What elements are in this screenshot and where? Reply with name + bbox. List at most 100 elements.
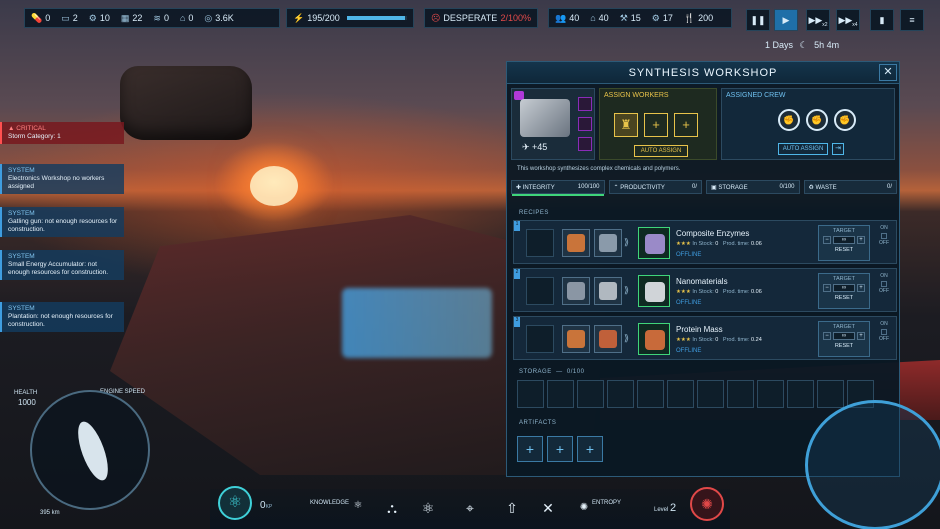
ingredient-slot[interactable]	[594, 325, 622, 353]
worker-slot-empty[interactable]: +	[674, 113, 698, 137]
module-slot[interactable]	[578, 97, 592, 111]
reset-button[interactable]: RESET	[819, 247, 869, 253]
increment-button[interactable]: +	[857, 236, 865, 244]
artifact-slots: + + +	[517, 436, 603, 462]
atom-small-icon: ⚛	[353, 500, 363, 511]
recipe-row[interactable]: 1 ⟫ Composite Enzymes ★★★ In Stock: 0 Pr…	[513, 220, 897, 264]
storage-slot[interactable]	[757, 380, 784, 408]
recipe-slot-empty[interactable]	[526, 325, 554, 353]
coin-icon: ◎	[204, 12, 213, 23]
play-button[interactable]: ▶	[774, 9, 798, 31]
recipe-row[interactable]: 3 ⟫ Protein Mass ★★★ In Stock: 0 Prod. t…	[513, 316, 897, 360]
storage-slot[interactable]	[517, 380, 544, 408]
workshop-info: ✈ +45 ASSIGN WORKERS ♜ + + AUTO ASSIGN A…	[511, 88, 895, 160]
artifacts-label: ARTIFACTS	[519, 420, 557, 426]
storage-slot[interactable]	[637, 380, 664, 408]
ingredient-icon	[599, 282, 617, 300]
rocket-icon[interactable]: ⇧	[500, 496, 524, 520]
plus-icon: +	[652, 117, 660, 132]
storage-slot[interactable]	[607, 380, 634, 408]
speed-x4-button[interactable]: ▶▶x4	[836, 9, 860, 31]
integrity-bar	[512, 194, 604, 196]
ingredient-slot[interactable]	[594, 277, 622, 305]
recipe-row[interactable]: 2 ⟫ Nanomaterials ★★★ In Stock: 0 Prod. …	[513, 268, 897, 312]
storage-slot[interactable]	[697, 380, 724, 408]
artifact-slot-add[interactable]: +	[547, 436, 573, 462]
robot-worker-icon: ♜	[620, 117, 632, 132]
speed-x2-button[interactable]: ▶▶x2	[806, 9, 830, 31]
network-icon[interactable]: ⛬	[380, 496, 404, 520]
notification-system[interactable]: SYSTEM Small Energy Accumulator: not eno…	[0, 250, 124, 280]
decrement-button[interactable]: −	[823, 284, 831, 292]
battery-icon: ▭	[61, 12, 70, 23]
stat-integrity: ✚ INTEGRITY 100/100	[511, 180, 605, 196]
crew-slot[interactable]: ✊	[778, 109, 800, 131]
building-image	[520, 99, 570, 137]
atom-icon[interactable]: ⚛	[416, 496, 440, 520]
pill-icon: 💊	[31, 12, 43, 23]
storage-slot[interactable]	[577, 380, 604, 408]
ingredient-slot[interactable]	[594, 229, 622, 257]
storage-slot[interactable]	[667, 380, 694, 408]
workshop-description: This workshop synthesizes complex chemic…	[517, 166, 681, 172]
output-slot[interactable]	[638, 275, 670, 307]
worker-slot-filled[interactable]: ♜	[614, 113, 638, 137]
notification-critical[interactable]: ▲ CRITICAL Storm Category: 1	[0, 122, 124, 144]
auto-assign-crew-button[interactable]: AUTO ASSIGN	[778, 143, 828, 155]
cannon-icon[interactable]: ⌖	[458, 496, 482, 520]
ingredient-slot[interactable]	[562, 229, 590, 257]
notification-system[interactable]: SYSTEM Plantation: not enough resources …	[0, 302, 124, 332]
storage-slot[interactable]	[817, 380, 844, 408]
reset-button[interactable]: RESET	[819, 295, 869, 301]
game-time: 1 Days ☾ 5h 4m	[765, 40, 840, 50]
nanomaterials-icon	[645, 282, 665, 302]
output-slot[interactable]	[638, 323, 670, 355]
recipe-slot-empty[interactable]	[526, 229, 554, 257]
menu-button[interactable]: ≡	[900, 9, 924, 31]
auto-assign-workers-button[interactable]: AUTO ASSIGN	[634, 145, 688, 157]
increment-button[interactable]: +	[857, 284, 865, 292]
tools-icon[interactable]: ✕	[536, 496, 560, 520]
assigned-crew-box: ASSIGNED CREW ✊ ✊ ✊ AUTO ASSIGN ⇥	[721, 88, 895, 160]
crew-slot[interactable]: ✊	[834, 109, 856, 131]
pause-button[interactable]: ❚❚	[746, 9, 770, 31]
recipe-slot-empty[interactable]	[526, 277, 554, 305]
ship-compass-dial[interactable]	[30, 390, 150, 510]
sad-face-icon: ☹	[431, 12, 441, 23]
artifact-slot-add[interactable]: +	[517, 436, 543, 462]
target-control: TARGET − ∞ + RESET	[818, 225, 870, 261]
increment-button[interactable]: +	[857, 332, 865, 340]
plus-icon: +	[682, 117, 690, 132]
fist-icon: ✊	[839, 115, 851, 125]
artifact-slot-add[interactable]: +	[577, 436, 603, 462]
module-slot[interactable]	[578, 117, 592, 131]
crew-slot[interactable]: ✊	[806, 109, 828, 131]
entropy-button[interactable]: ✺	[690, 487, 724, 521]
book-button[interactable]: ▮	[870, 9, 894, 31]
ingredient-slot[interactable]	[562, 277, 590, 305]
module-slot[interactable]	[578, 137, 592, 151]
exit-icon[interactable]: ⇥	[832, 143, 844, 155]
notification-system[interactable]: SYSTEM Gatling gun: not enough resources…	[0, 207, 124, 237]
storage-slot[interactable]	[787, 380, 814, 408]
notification-system[interactable]: SYSTEM Electronics Workshop no workers a…	[0, 164, 124, 194]
on-off-toggle[interactable]: ON OFF	[876, 321, 892, 343]
storage-slot[interactable]	[547, 380, 574, 408]
reset-button[interactable]: RESET	[819, 343, 869, 349]
sun	[250, 166, 298, 206]
knowledge-atom-button[interactable]: ⚛	[218, 486, 252, 520]
on-off-toggle[interactable]: ON OFF	[876, 273, 892, 295]
composite-enzymes-icon	[645, 234, 665, 254]
arrow-icon: ⟫	[624, 333, 630, 343]
ingredient-slot[interactable]	[562, 325, 590, 353]
hammer-icon: ⚒	[619, 12, 628, 23]
decrement-button[interactable]: −	[823, 332, 831, 340]
close-button[interactable]: ✕	[879, 64, 897, 81]
output-slot[interactable]	[638, 227, 670, 259]
on-off-toggle[interactable]: ON OFF	[876, 225, 892, 247]
building-preview: ✈ +45	[511, 88, 595, 160]
decrement-button[interactable]: −	[823, 236, 831, 244]
storage-slot[interactable]	[727, 380, 754, 408]
worker-slot-empty[interactable]: +	[644, 113, 668, 137]
right-control-dial[interactable]	[805, 400, 940, 529]
